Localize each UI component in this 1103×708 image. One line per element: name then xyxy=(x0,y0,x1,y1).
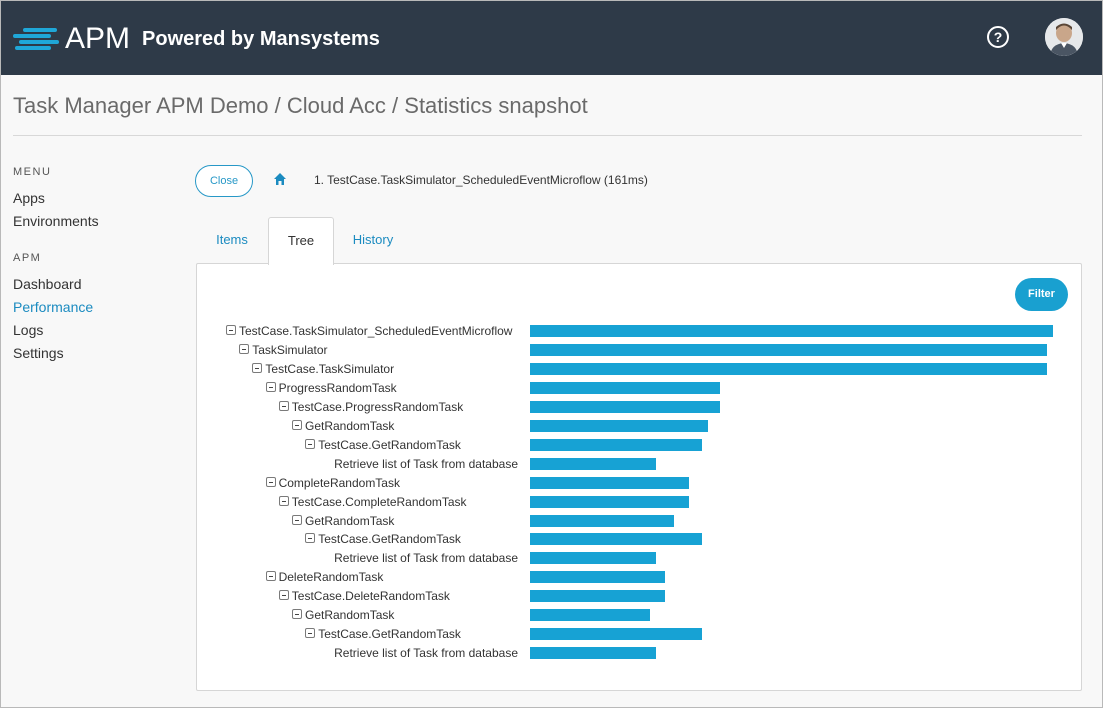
tab-history[interactable]: History xyxy=(335,217,411,263)
breadcrumb: 1. TestCase.TaskSimulator_ScheduledEvent… xyxy=(314,173,648,187)
duration-bar xyxy=(530,477,689,489)
tree-node-label: Retrieve list of Task from database xyxy=(334,551,518,565)
apm-logo-icon xyxy=(13,26,59,52)
sidebar: MENU Apps Environments APM Dashboard Per… xyxy=(13,166,173,367)
sidebar-heading-apm: APM xyxy=(13,252,42,264)
tree-node-label: ProgressRandomTask xyxy=(278,381,397,395)
sidebar-heading-menu: MENU xyxy=(13,166,52,178)
page-title: Task Manager APM Demo / Cloud Acc / Stat… xyxy=(13,93,588,118)
tree-row[interactable]: CompleteRandomTask xyxy=(265,474,400,492)
sidebar-item-dashboard[interactable]: Dashboard xyxy=(13,275,173,298)
tree-row[interactable]: Retrieve list of Task from database xyxy=(334,455,518,473)
tree-row[interactable]: TestCase.GetRandomTask xyxy=(305,625,461,643)
tree-node-label: GetRandomTask xyxy=(305,514,395,528)
tree-node-label: GetRandomTask xyxy=(305,608,395,622)
tree-row[interactable]: TestCase.DeleteRandomTask xyxy=(278,587,450,605)
collapse-icon[interactable] xyxy=(278,400,289,411)
collapse-icon[interactable] xyxy=(265,381,276,392)
logo-text: APM xyxy=(65,22,131,55)
duration-bar xyxy=(530,344,1047,356)
tree-row[interactable]: TestCase.ProgressRandomTask xyxy=(278,398,464,416)
logo-subtitle: Powered by Mansystems xyxy=(142,28,380,50)
tree-node-label: TestCase.GetRandomTask xyxy=(318,627,461,641)
tree-node-label: DeleteRandomTask xyxy=(278,570,384,584)
app-logo[interactable]: APM Powered by Mansystems xyxy=(13,21,380,57)
collapse-icon[interactable] xyxy=(292,608,302,619)
sidebar-item-apps[interactable]: Apps xyxy=(13,189,173,212)
duration-bar xyxy=(530,609,650,621)
filter-button[interactable]: Filter xyxy=(1015,278,1068,311)
tree-node-label: TestCase.CompleteRandomTask xyxy=(291,495,467,509)
tree-node-label: Retrieve list of Task from database xyxy=(334,457,518,471)
collapse-icon[interactable] xyxy=(305,532,316,543)
duration-bar xyxy=(530,458,656,470)
tree-row[interactable]: TestCase.CompleteRandomTask xyxy=(278,493,467,511)
tree-row[interactable]: TestCase.GetRandomTask xyxy=(305,530,461,548)
collapse-icon[interactable] xyxy=(265,570,276,581)
duration-bar xyxy=(530,571,665,583)
tab-items[interactable]: Items xyxy=(197,217,267,263)
tree-row[interactable]: GetRandomTask xyxy=(292,417,394,435)
top-bar: APM Powered by Mansystems ? xyxy=(1,1,1102,75)
sidebar-item-settings[interactable]: Settings xyxy=(13,344,173,367)
duration-bar xyxy=(530,496,689,508)
duration-bar xyxy=(530,439,702,451)
tab-tree[interactable]: Tree xyxy=(268,217,334,265)
tree-row[interactable]: Retrieve list of Task from database xyxy=(334,644,518,662)
collapse-icon[interactable] xyxy=(226,324,236,335)
avatar[interactable] xyxy=(1045,18,1083,56)
tree-row[interactable]: ProgressRandomTask xyxy=(265,379,397,397)
title-divider xyxy=(13,135,1082,136)
collapse-icon[interactable] xyxy=(278,495,289,506)
tree-row[interactable]: DeleteRandomTask xyxy=(265,568,384,586)
duration-bar xyxy=(530,420,708,432)
tree-row[interactable]: TestCase.TaskSimulator xyxy=(252,360,394,378)
tree-node-label: CompleteRandomTask xyxy=(278,476,400,490)
sidebar-item-environments[interactable]: Environments xyxy=(13,212,173,235)
tree-node-label: TestCase.ProgressRandomTask xyxy=(291,400,464,414)
collapse-icon[interactable] xyxy=(305,627,316,638)
tree-row[interactable]: TaskSimulator xyxy=(239,341,328,359)
home-icon[interactable] xyxy=(273,172,287,186)
collapse-icon[interactable] xyxy=(278,589,289,600)
sidebar-item-logs[interactable]: Logs xyxy=(13,321,173,344)
duration-bar xyxy=(530,325,1053,337)
tree-node-label: TestCase.GetRandomTask xyxy=(318,438,461,452)
duration-bar xyxy=(530,590,665,602)
tree-row[interactable]: GetRandomTask xyxy=(292,606,394,624)
tree-node-label: Retrieve list of Task from database xyxy=(334,646,518,660)
duration-bar xyxy=(530,552,656,564)
user-avatar-icon xyxy=(1045,18,1083,56)
tree-node-label: TestCase.TaskSimulator_ScheduledEventMic… xyxy=(239,324,513,338)
close-button[interactable]: Close xyxy=(195,165,253,197)
tree-row[interactable]: Retrieve list of Task from database xyxy=(334,549,518,567)
duration-bar xyxy=(530,647,656,659)
tree-node-label: TestCase.DeleteRandomTask xyxy=(291,589,450,603)
tree-node-label: GetRandomTask xyxy=(305,419,395,433)
help-icon[interactable]: ? xyxy=(987,26,1009,48)
tree-row[interactable]: TestCase.GetRandomTask xyxy=(305,436,461,454)
collapse-icon[interactable] xyxy=(305,438,316,449)
tree-node-label: TaskSimulator xyxy=(252,343,328,357)
tree-row[interactable]: GetRandomTask xyxy=(292,512,394,530)
tree-node-label: TestCase.TaskSimulator xyxy=(265,362,395,376)
sidebar-item-performance[interactable]: Performance xyxy=(13,298,173,321)
duration-bar xyxy=(530,363,1047,375)
duration-bar xyxy=(530,628,702,640)
duration-bar xyxy=(530,382,720,394)
duration-bar xyxy=(530,515,674,527)
collapse-icon[interactable] xyxy=(292,514,302,525)
tree-row[interactable]: TestCase.TaskSimulator_ScheduledEventMic… xyxy=(226,322,512,340)
collapse-icon[interactable] xyxy=(239,343,250,354)
duration-bar xyxy=(530,533,702,545)
collapse-icon[interactable] xyxy=(252,362,263,373)
duration-bar xyxy=(530,401,720,413)
tree-node-label: TestCase.GetRandomTask xyxy=(318,532,461,546)
collapse-icon[interactable] xyxy=(265,476,276,487)
collapse-icon[interactable] xyxy=(292,419,302,430)
